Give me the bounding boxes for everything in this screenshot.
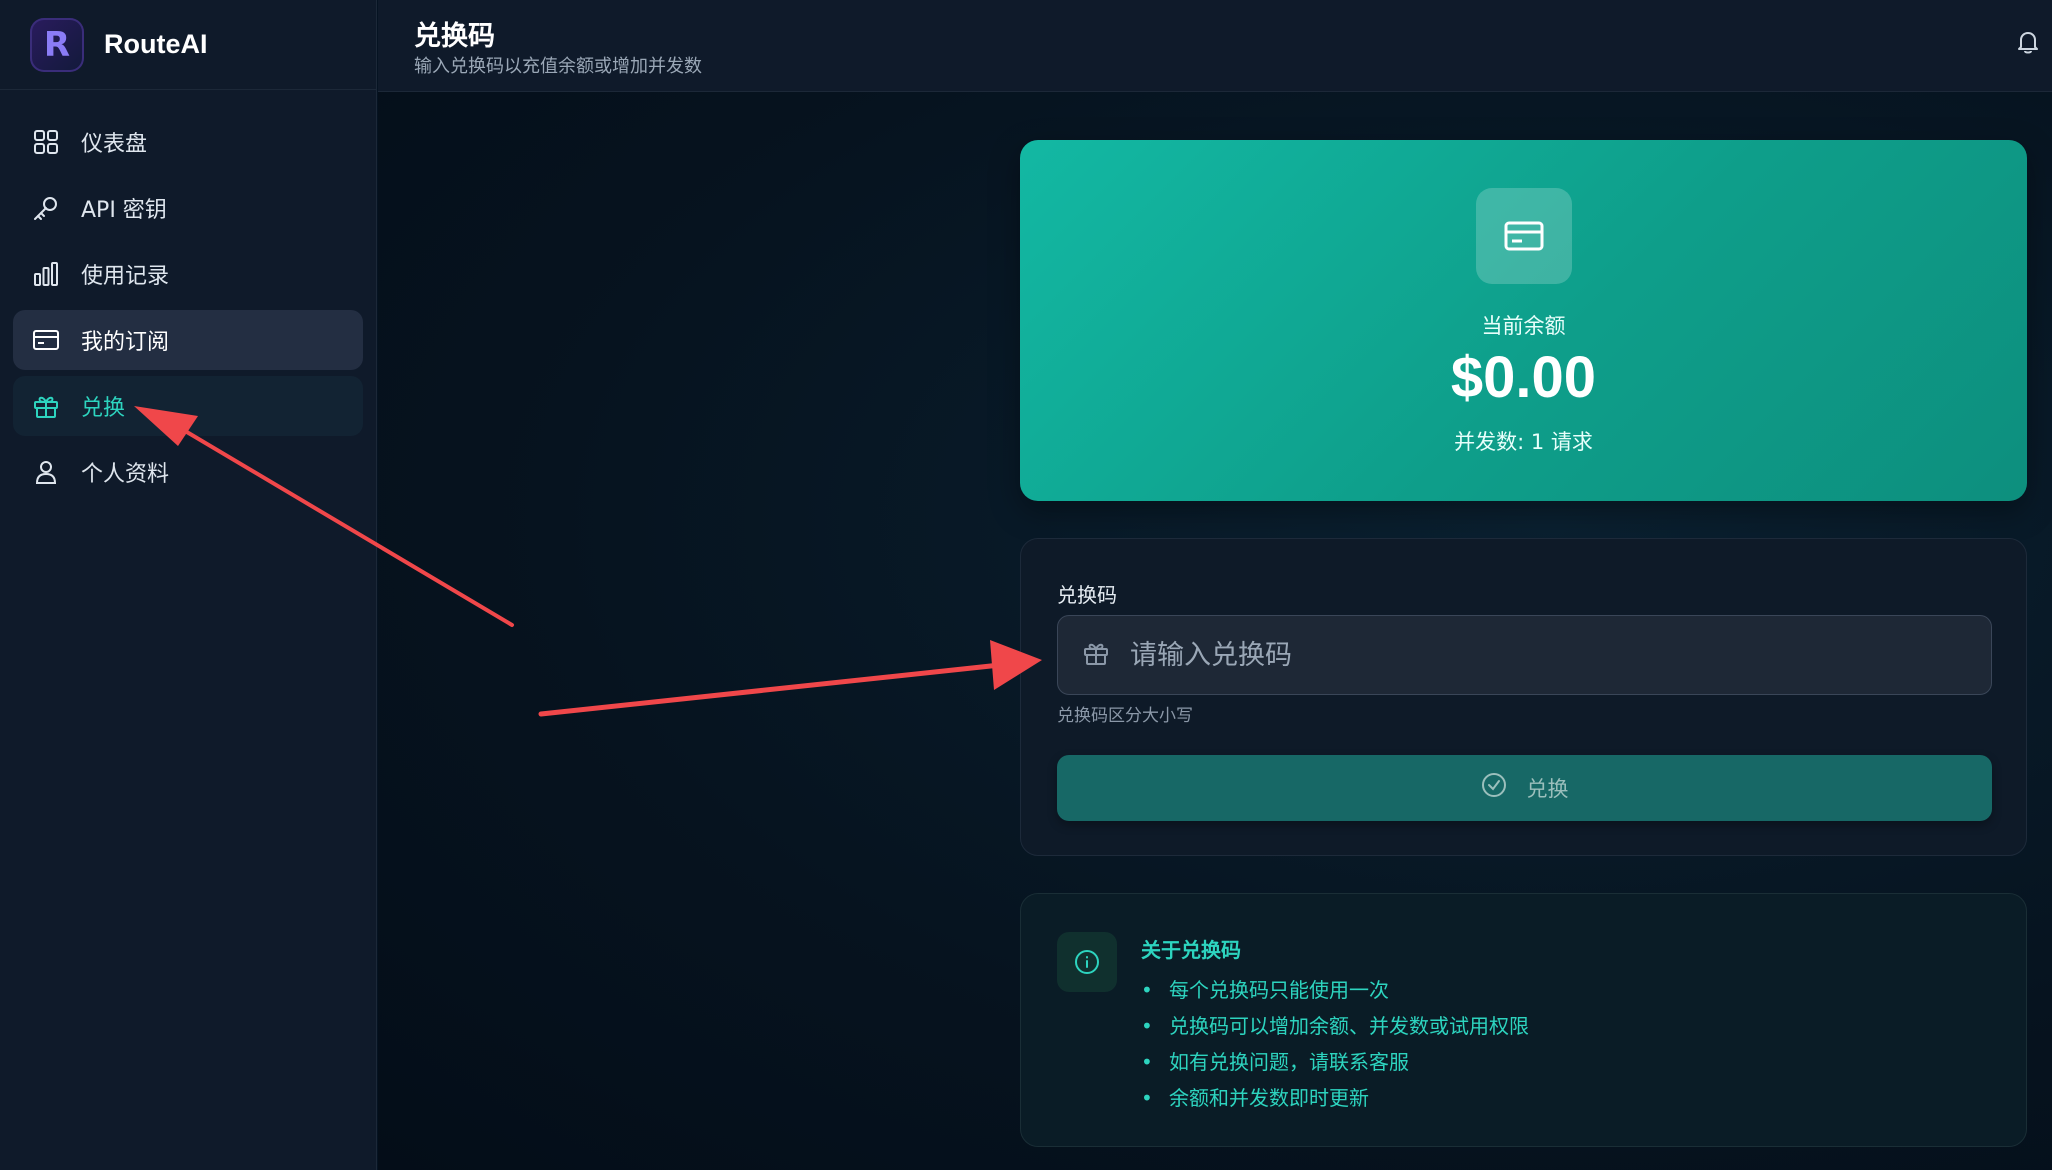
user-icon	[31, 457, 61, 487]
info-title: 关于兑换码	[1141, 938, 1241, 962]
sidebar-item-dashboard[interactable]: 仪表盘	[13, 112, 363, 172]
brand-name: RouteAI	[104, 29, 208, 59]
redeem-form-card: 兑换码 兑换码区分大小写 兑换	[1020, 538, 2027, 856]
redeem-button-label: 兑换	[1526, 778, 1569, 801]
sidebar-item-redeem[interactable]: 兑换	[13, 376, 363, 436]
sidebar: R RouteAI 仪表盘 API 密钥 使用记录 我的订阅 兑换 个人资料	[0, 0, 377, 1170]
redeem-button[interactable]: 兑换	[1057, 755, 1992, 821]
page-subtitle: 输入兑换码以充值余额或增加并发数	[414, 56, 702, 77]
redeem-code-field[interactable]	[1057, 615, 1992, 695]
logo: R	[30, 17, 84, 72]
info-list: 每个兑换码只能使用一次 兑换码可以增加余额、并发数或试用权限 如有兑换问题，请联…	[1141, 972, 1529, 1116]
redeem-code-label: 兑换码	[1057, 583, 1117, 607]
info-card: 关于兑换码 每个兑换码只能使用一次 兑换码可以增加余额、并发数或试用权限 如有兑…	[1020, 893, 2027, 1147]
info-icon	[1057, 932, 1117, 992]
sidebar-item-usage[interactable]: 使用记录	[13, 244, 363, 304]
gift-icon	[31, 391, 61, 421]
list-item: 兑换码可以增加余额、并发数或试用权限	[1141, 1008, 1529, 1044]
redeem-code-input[interactable]	[1130, 639, 1950, 671]
check-circle-icon	[1481, 772, 1507, 804]
app: R RouteAI 仪表盘 API 密钥 使用记录 我的订阅 兑换 个人资料 兑…	[0, 0, 2052, 1170]
list-item: 每个兑换码只能使用一次	[1141, 972, 1529, 1008]
brand[interactable]: R RouteAI	[0, 0, 376, 90]
bar-chart-icon	[31, 259, 61, 289]
sidebar-nav: 仪表盘 API 密钥 使用记录 我的订阅 兑换 个人资料	[0, 90, 376, 502]
topbar: 兑换码 输入兑换码以充值余额或增加并发数	[378, 0, 2052, 92]
list-item: 余额和并发数即时更新	[1141, 1080, 1529, 1116]
case-sensitive-hint: 兑换码区分大小写	[1057, 706, 1193, 726]
grid-icon	[31, 127, 61, 157]
sidebar-item-label: 我的订阅	[81, 330, 170, 355]
sidebar-item-label: API 密钥	[81, 198, 167, 223]
balance-amount: $0.00	[1450, 345, 1597, 410]
sidebar-item-profile[interactable]: 个人资料	[13, 442, 363, 502]
wallet-card-icon	[1476, 188, 1572, 284]
sidebar-item-label: 仪表盘	[81, 132, 148, 157]
sidebar-item-label: 使用记录	[81, 264, 170, 289]
list-item: 如有兑换问题，请联系客服	[1141, 1044, 1529, 1080]
credit-card-icon	[31, 325, 61, 355]
balance-card: 当前余额 $0.00 并发数: 1 请求	[1020, 140, 2027, 501]
balance-label: 当前余额	[1481, 314, 1566, 338]
key-icon	[31, 193, 61, 223]
bell-icon[interactable]	[2014, 28, 2044, 58]
sidebar-item-api-keys[interactable]: API 密钥	[13, 178, 363, 238]
page-title: 兑换码	[414, 21, 495, 52]
gift-icon	[1082, 639, 1110, 671]
sidebar-item-subscription[interactable]: 我的订阅	[13, 310, 363, 370]
sidebar-item-label: 兑换	[81, 396, 126, 421]
sidebar-item-label: 个人资料	[81, 462, 170, 487]
concurrency-text: 并发数: 1 请求	[1454, 430, 1593, 454]
